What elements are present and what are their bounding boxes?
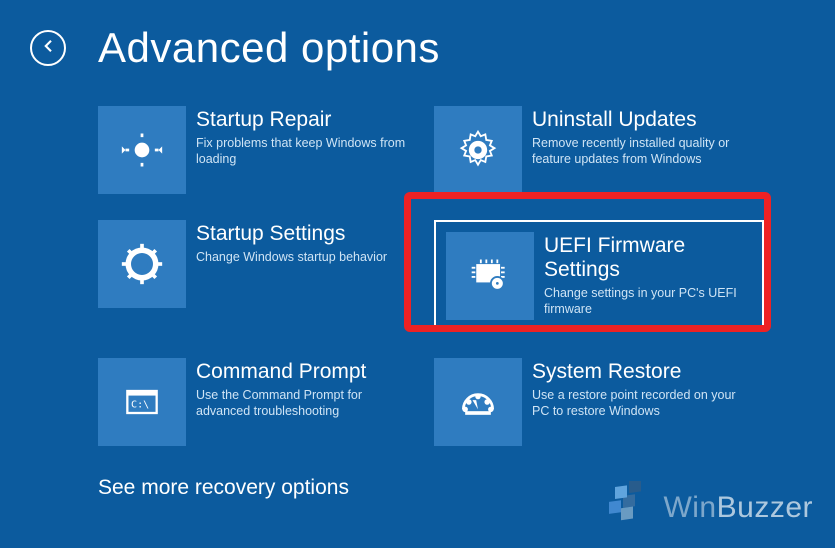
tile-startup-settings[interactable]: Startup Settings Change Windows startup …	[98, 220, 428, 332]
back-arrow-icon	[39, 37, 57, 60]
tile-desc: Change settings in your PC's UEFI firmwa…	[544, 286, 742, 317]
watermark-text: WinBuzzer	[663, 491, 813, 525]
tile-uefi-firmware-settings[interactable]: UEFI Firmware Settings Change settings i…	[434, 220, 764, 332]
tile-desc: Fix problems that keep Windows from load…	[196, 136, 406, 167]
see-more-recovery-options-link[interactable]: See more recovery options	[98, 476, 349, 500]
tile-system-restore[interactable]: System Restore Use a restore point recor…	[434, 358, 764, 446]
svg-text:C:\: C:\	[131, 400, 149, 411]
tile-command-prompt[interactable]: C:\ Command Prompt Use the Command Promp…	[98, 358, 428, 446]
back-button[interactable]	[30, 30, 66, 66]
tile-title: Startup Repair	[196, 108, 406, 132]
tile-desc: Remove recently installed quality or fea…	[532, 136, 742, 167]
winbuzzer-logo-icon	[601, 481, 657, 534]
tile-title: Command Prompt	[196, 360, 406, 384]
tile-title: Startup Settings	[196, 222, 387, 246]
tile-title: UEFI Firmware Settings	[544, 234, 742, 282]
tile-title: Uninstall Updates	[532, 108, 742, 132]
page-title: Advanced options	[98, 24, 440, 72]
tile-desc: Use a restore point recorded on your PC …	[532, 388, 742, 419]
startup-repair-icon	[98, 106, 186, 194]
watermark: WinBuzzer	[601, 481, 813, 534]
tile-title: System Restore	[532, 360, 742, 384]
tile-startup-repair[interactable]: Startup Repair Fix problems that keep Wi…	[98, 106, 428, 194]
command-prompt-icon: C:\	[98, 358, 186, 446]
options-grid: Startup Repair Fix problems that keep Wi…	[0, 72, 835, 446]
firmware-chip-icon	[446, 232, 534, 320]
gear-icon	[98, 220, 186, 308]
tile-desc: Change Windows startup behavior	[196, 250, 387, 266]
restore-gauge-icon	[434, 358, 522, 446]
tile-uninstall-updates[interactable]: Uninstall Updates Remove recently instal…	[434, 106, 764, 194]
gear-icon	[434, 106, 522, 194]
tile-desc: Use the Command Prompt for advanced trou…	[196, 388, 406, 419]
